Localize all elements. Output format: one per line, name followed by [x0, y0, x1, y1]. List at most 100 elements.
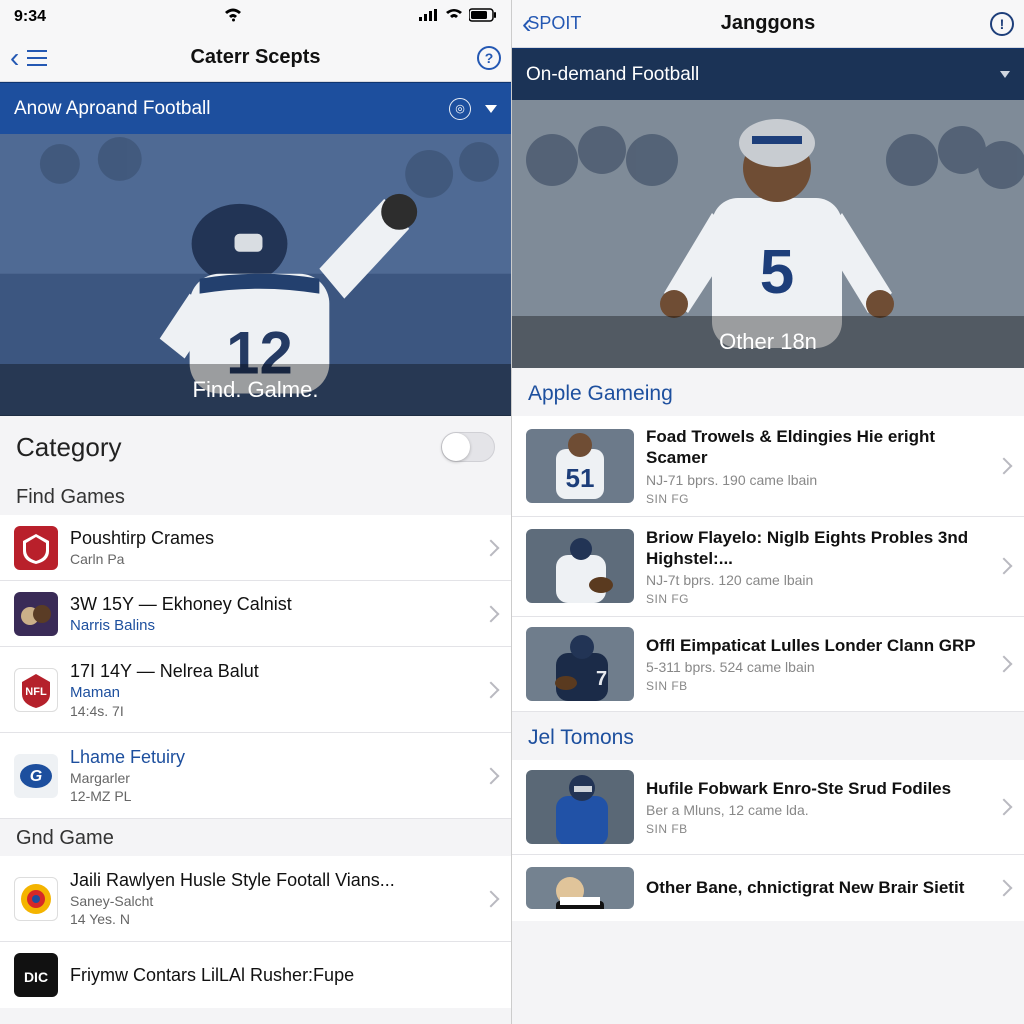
team-icon: DIC [14, 953, 58, 997]
section-jel-tomons[interactable]: Jel Tomons [512, 712, 1024, 760]
section-gnd-game: Gnd Game [0, 819, 511, 856]
chevron-right-icon [996, 799, 1013, 816]
item-meta: 12-MZ PL [70, 788, 477, 804]
item-title: 17I 14Y — Nelrea Balut [70, 661, 477, 682]
card-tag: SIN FG [646, 592, 990, 606]
item-meta: 14:4s. 7I [70, 703, 477, 719]
team-icon [14, 526, 58, 570]
team-icon: G [14, 754, 58, 798]
nav-bar: ‹ Caterr Scepts ? [0, 34, 511, 82]
right-screen: ‹ SPOIT Janggons ! On-demand Football 5 [512, 0, 1024, 1024]
section-find-games: Find Games [0, 478, 511, 515]
item-sub: Maman [70, 684, 477, 701]
card-sub: NJ-71 bprs. 190 came lbain [646, 472, 990, 488]
team-icon: NFL [14, 668, 58, 712]
category-row: Category [0, 416, 511, 478]
status-bar: 9:34 [0, 0, 511, 34]
menu-button[interactable]: ‹ [10, 44, 70, 72]
item-title: Lhame Fetuiry [70, 747, 477, 768]
target-icon[interactable]: ◎ [449, 98, 471, 120]
page-title: Caterr Scepts [70, 46, 441, 69]
card-title: Hufile Fobwark Enro-Ste Srud Fodiles [646, 778, 990, 799]
help-icon[interactable]: ? [477, 46, 501, 70]
card-title: Foad Trowels & Eldingies Hie eright Scam… [646, 426, 990, 469]
chevron-right-icon [996, 558, 1013, 575]
card-sub: Ber a Mluns, 12 came lda. [646, 802, 990, 818]
back-label: SPOIT [527, 13, 581, 34]
card-item[interactable]: Briow Flayelo: Niglb Eights Probles 3nd … [512, 517, 1024, 618]
chevron-right-icon [996, 457, 1013, 474]
page-title: Janggons [622, 12, 914, 35]
list-item[interactable]: Jaili Rawlyen Husle Style Footall Vians.… [0, 856, 511, 942]
list-item[interactable]: 3W 15Y — Ekhoney Calnist Narris Balins [0, 581, 511, 647]
card-thumb [526, 529, 634, 603]
filter-label: On-demand Football [526, 64, 699, 86]
item-title: Friymw Contars LilLAl Rusher:Fupe [70, 965, 497, 986]
item-title: 3W 15Y — Ekhoney Calnist [70, 594, 477, 615]
chevron-right-icon [483, 605, 500, 622]
team-icon [14, 592, 58, 636]
category-label: Category [16, 432, 122, 463]
card-item[interactable]: Hufile Fobwark Enro-Ste Srud Fodiles Ber… [512, 760, 1024, 855]
chevron-right-icon [483, 767, 500, 784]
svg-text:5: 5 [760, 238, 794, 307]
card-item[interactable]: 51 Foad Trowels & Eldingies Hie eright S… [512, 416, 1024, 517]
card-tag: SIN FB [646, 679, 990, 693]
item-sub: Narris Balins [70, 617, 477, 634]
list-item[interactable]: G Lhame Fetuiry Margarler 12-MZ PL [0, 733, 511, 819]
card-thumb [526, 867, 634, 909]
back-button[interactable]: ‹ SPOIT [522, 10, 622, 38]
item-sub: Carln Pa [70, 551, 477, 567]
card-tag: SIN FB [646, 822, 990, 836]
chevron-right-icon [996, 656, 1013, 673]
list-item[interactable]: DIC Friymw Contars LilLAl Rusher:Fupe [0, 942, 511, 1008]
hero-caption: Other 18n [512, 316, 1024, 368]
battery-icon [469, 8, 497, 27]
card-thumb [526, 770, 634, 844]
card-title: Other Bane, chnictigrat New Brair Sietit [646, 877, 990, 898]
card-tag: SIN FG [646, 492, 990, 506]
list-item[interactable]: Poushtirp Crames Carln Pa [0, 515, 511, 581]
nav-bar: ‹ SPOIT Janggons ! [512, 0, 1024, 48]
list-item[interactable]: NFL 17I 14Y — Nelrea Balut Maman 14:4s. … [0, 647, 511, 733]
svg-text:7: 7 [596, 668, 607, 690]
card-sub: 5-311 bprs. 524 came lbain [646, 659, 990, 675]
svg-text:51: 51 [566, 463, 595, 493]
filter-label: Anow Aproand Football [14, 98, 210, 120]
filter-bar[interactable]: On-demand Football [512, 48, 1024, 100]
chevron-right-icon [483, 681, 500, 698]
item-title: Poushtirp Crames [70, 528, 477, 549]
card-item[interactable]: 7 Offl Eimpaticat Lulles Londer Clann GR… [512, 617, 1024, 712]
item-title: Jaili Rawlyen Husle Style Footall Vians.… [70, 870, 477, 891]
wifi-icon-right [445, 8, 463, 26]
chevron-down-icon[interactable] [485, 105, 497, 113]
svg-text:NFL: NFL [25, 686, 47, 698]
filter-bar[interactable]: Anow Aproand Football ◎ [0, 82, 511, 134]
card-thumb: 51 [526, 429, 634, 503]
category-toggle[interactable] [441, 432, 495, 462]
item-sub: Saney-Salcht [70, 893, 477, 909]
wifi-icon [224, 8, 242, 27]
status-time: 9:34 [14, 8, 46, 26]
svg-text:DIC: DIC [24, 969, 48, 985]
cellular-icon [419, 8, 439, 26]
info-icon[interactable]: ! [990, 12, 1014, 36]
menu-icon [21, 48, 47, 68]
hero-image[interactable]: 5 Other 18n [512, 100, 1024, 368]
chevron-right-icon [483, 539, 500, 556]
card-item[interactable]: Other Bane, chnictigrat New Brair Sietit [512, 855, 1024, 921]
item-meta: 14 Yes. N [70, 911, 477, 927]
svg-text:G: G [30, 768, 42, 785]
card-title: Briow Flayelo: Niglb Eights Probles 3nd … [646, 527, 990, 570]
chevron-right-icon [996, 880, 1013, 897]
left-screen: 9:34 ‹ Caterr Scepts ? Anow Aproand Foot… [0, 0, 512, 1024]
hero-image[interactable]: 12 Find. Galme. [0, 134, 511, 416]
section-apple-gaming[interactable]: Apple Gameing [512, 368, 1024, 416]
chevron-right-icon [483, 890, 500, 907]
card-title: Offl Eimpaticat Lulles Londer Clann GRP [646, 635, 990, 656]
team-icon [14, 877, 58, 921]
card-thumb: 7 [526, 627, 634, 701]
chevron-down-icon[interactable] [1000, 71, 1010, 78]
item-sub: Margarler [70, 770, 477, 786]
card-sub: NJ-7t bprs. 120 came lbain [646, 572, 990, 588]
